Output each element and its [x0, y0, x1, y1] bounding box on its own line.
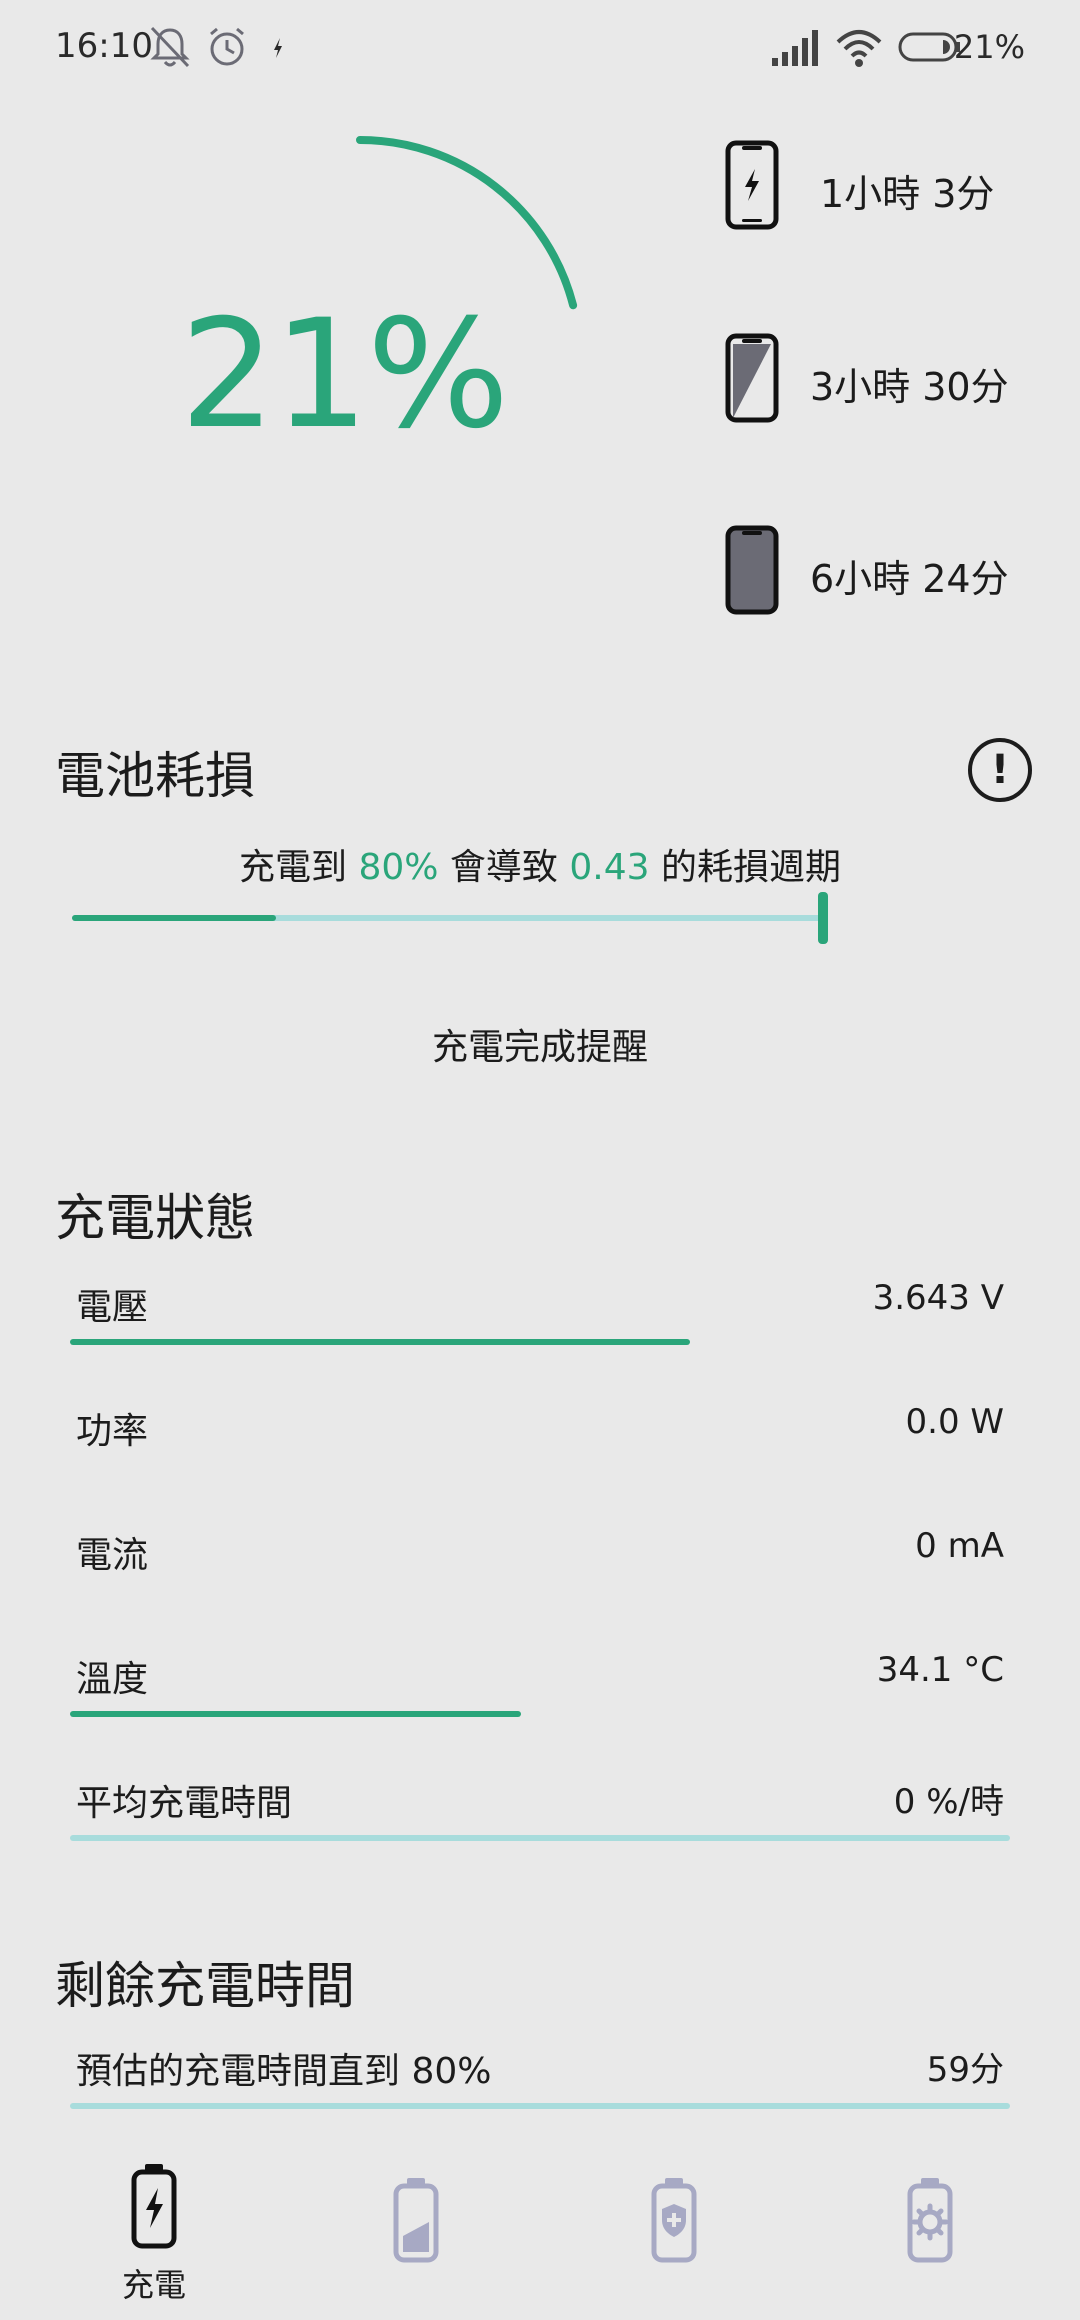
battery-gear-icon	[907, 2178, 953, 2263]
wear-middle: 會導致	[438, 847, 570, 888]
signal-icon	[772, 30, 818, 66]
stat-row-power: 功率 0.0 W	[70, 1402, 1010, 1462]
stat-value: 3.643 V	[872, 1278, 1004, 1318]
slider-fill	[72, 915, 276, 921]
stat-label: 電壓	[76, 1287, 149, 1328]
wear-target-percent: 80%	[358, 847, 439, 888]
stat-label: 電流	[76, 1535, 149, 1576]
remaining-time-value: 59分	[926, 2050, 1004, 2090]
charging-bolt-icon	[274, 38, 282, 58]
wear-prefix: 充電到	[239, 847, 359, 888]
estimate-screen-off-text: 6小時 24分	[810, 557, 1009, 601]
voltage-bar	[70, 1339, 690, 1345]
estimate-screen-off: 6小時 24分	[720, 520, 1040, 620]
phone-half-screen-icon	[725, 333, 779, 423]
wear-cycles: 0.43	[569, 847, 650, 888]
silent-bell-icon	[150, 26, 190, 68]
estimate-screen-on-text: 3小時 30分	[810, 365, 1009, 409]
stat-row-voltage: 電壓 3.643 V	[70, 1278, 1010, 1338]
wear-description: 充電到 80% 會導致 0.43 的耗損週期	[0, 838, 1080, 890]
stat-value: 0 mA	[915, 1526, 1004, 1566]
temperature-bar	[70, 1711, 521, 1717]
charging-status-title: 充電狀態	[55, 1189, 255, 1247]
stat-row-avg-charge-time: 平均充電時間 0 %/時	[70, 1774, 1010, 1834]
charge-complete-reminder-button[interactable]: 充電完成提醒	[390, 1018, 690, 1078]
estimate-screen-on: 3小時 30分	[720, 328, 1040, 428]
battery-charging-icon	[131, 2164, 177, 2249]
charge-limit-slider[interactable]	[72, 892, 834, 944]
wifi-icon	[836, 30, 882, 67]
wear-suffix: 的耗損週期	[649, 847, 841, 888]
alarm-icon	[210, 27, 244, 66]
nav-battery-health[interactable]	[604, 2160, 744, 2300]
estimate-charging-text: 1小時 3分	[820, 172, 995, 216]
info-icon[interactable]: !	[968, 738, 1032, 802]
battery-percent: 21%	[180, 288, 509, 462]
phone-charging-icon	[725, 140, 779, 230]
stat-row-current: 電流 0 mA	[70, 1526, 1010, 1586]
stat-label: 溫度	[76, 1659, 149, 1700]
remaining-time-label: 預估的充電時間直到 80%	[76, 2051, 492, 2092]
remaining-time-bar	[70, 2103, 1010, 2109]
nav-charging[interactable]: 充電	[84, 2160, 224, 2304]
remaining-time-title: 剩餘充電時間	[55, 1957, 355, 2015]
slider-handle[interactable]	[818, 892, 828, 944]
stat-label: 功率	[76, 1411, 149, 1452]
nav-charging-label: 充電	[121, 2266, 186, 2304]
stat-value: 34.1 °C	[876, 1650, 1004, 1690]
battery-status-icon	[898, 32, 960, 62]
remaining-time-row: 預估的充電時間直到 80% 59分	[70, 2042, 1010, 2102]
stat-row-temperature: 溫度 34.1 °C	[70, 1650, 1010, 1710]
stat-value: 0.0 W	[905, 1402, 1005, 1442]
status-battery-percent: 21%	[953, 28, 1025, 66]
stat-label: 平均充電時間	[76, 1783, 293, 1824]
nav-battery-settings[interactable]	[860, 2160, 1000, 2300]
avg-charge-time-bar	[70, 1835, 1010, 1841]
nav-battery[interactable]	[346, 2160, 486, 2300]
phone-screen-off-icon	[725, 525, 779, 615]
wear-section-title: 電池耗損	[55, 747, 255, 805]
battery-level-icon	[393, 2178, 439, 2263]
estimate-charging: 1小時 3分	[720, 135, 1040, 235]
stat-value: 0 %/時	[893, 1782, 1004, 1822]
status-time: 16:10	[55, 26, 153, 66]
battery-shield-icon	[651, 2178, 697, 2263]
